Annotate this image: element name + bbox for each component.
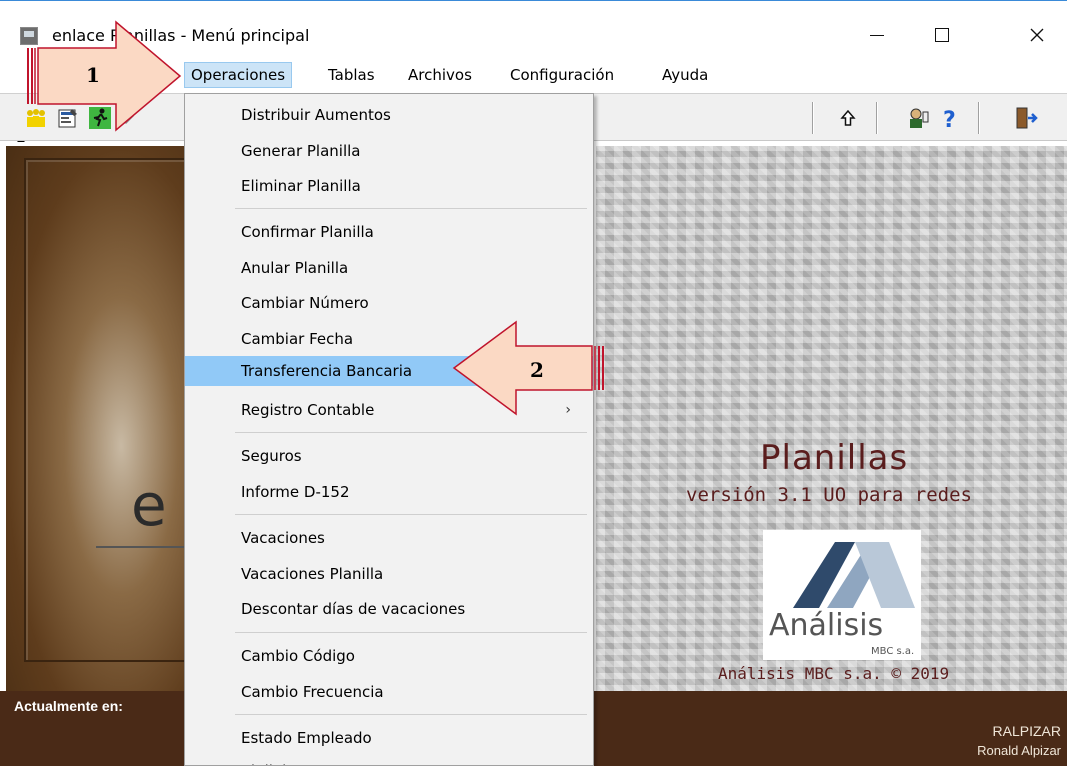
- menu-item-cambio-frecuencia[interactable]: Cambio Frecuencia: [185, 677, 593, 707]
- minimize-button[interactable]: [854, 17, 900, 53]
- menu-item-label: Registro Contable: [241, 401, 375, 419]
- menu-item-cut-off[interactable]: Vigilalcancc: [185, 756, 593, 765]
- menu-item-informe-d152[interactable]: Informe D-152: [185, 477, 593, 507]
- user-help-icon[interactable]: [906, 106, 930, 130]
- menu-item-estado-empleado[interactable]: Estado Empleado: [185, 723, 593, 753]
- menu-separator: [235, 208, 587, 209]
- exit-door-icon[interactable]: [1014, 106, 1038, 130]
- menu-tablas[interactable]: Tablas: [328, 62, 375, 88]
- menu-separator: [235, 714, 587, 715]
- menu-item-anular-planilla[interactable]: Anular Planilla: [185, 253, 593, 283]
- up-arrow-icon[interactable]: [836, 106, 860, 130]
- menu-ayuda[interactable]: Ayuda: [662, 62, 708, 88]
- menu-item-descontar-dias[interactable]: Descontar días de vacaciones: [185, 594, 593, 624]
- menu-item-eliminar-planilla[interactable]: Eliminar Planilla: [185, 171, 593, 201]
- menu-item-confirmar-planilla[interactable]: Confirmar Planilla: [185, 217, 593, 247]
- menu-item-seguros[interactable]: Seguros: [185, 441, 593, 471]
- splash-left-panel: e: [6, 146, 198, 691]
- menu-configuracion[interactable]: Configuración: [510, 62, 614, 88]
- menu-archivos[interactable]: Archivos: [408, 62, 472, 88]
- status-user-name: Ronald Alpizar: [977, 743, 1061, 758]
- product-title: Planillas: [760, 438, 909, 478]
- enlace-logo-underline: [96, 546, 196, 548]
- splash-right-panel: Planillas versión 3.1 UO para redes Anál…: [596, 146, 1067, 691]
- toolbar-separator: [876, 102, 878, 134]
- status-current-label: Actualmente en:: [14, 698, 123, 714]
- annotation-label-2: 2: [530, 358, 544, 382]
- menu-item-distribuir-aumentos[interactable]: Distribuir Aumentos: [185, 100, 593, 130]
- menu-item-cambiar-numero[interactable]: Cambiar Número: [185, 288, 593, 318]
- menu-separator: [235, 514, 587, 515]
- close-button[interactable]: [1014, 17, 1060, 53]
- analisis-mountain-icon: [793, 542, 915, 608]
- menu-item-generar-planilla[interactable]: Generar Planilla: [185, 136, 593, 166]
- menu-item-vacaciones[interactable]: Vacaciones: [185, 523, 593, 553]
- menu-separator: [235, 432, 587, 433]
- annotation-label-1: 1: [86, 63, 100, 87]
- maximize-button[interactable]: [919, 17, 965, 53]
- close-icon: [1030, 28, 1044, 42]
- svg-text:?: ?: [943, 108, 956, 130]
- enlace-logo-letter: e: [131, 471, 167, 539]
- question-icon[interactable]: ?: [938, 106, 962, 130]
- analisis-logo-sub: MBC s.a.: [871, 646, 915, 657]
- analisis-logo: Análisis MBC s.a.: [763, 530, 921, 660]
- menu-operaciones[interactable]: Operaciones: [184, 62, 293, 88]
- splash-frame: [24, 158, 196, 662]
- toolbar-separator: [812, 102, 814, 134]
- operaciones-dropdown: Distribuir Aumentos Generar Planilla Eli…: [184, 93, 594, 766]
- menu-item-cambio-codigo[interactable]: Cambio Código: [185, 641, 593, 671]
- copyright-text: Análisis MBC s.a. © 2019: [718, 664, 950, 683]
- annotation-arrow-1: [27, 20, 182, 132]
- toolbar-separator: [978, 102, 980, 134]
- minimize-icon: [870, 34, 884, 36]
- menu-separator: [235, 632, 587, 633]
- analisis-logo-name: Análisis: [769, 608, 884, 643]
- product-version: versión 3.1 UO para redes: [686, 484, 972, 506]
- menu-item-vacaciones-planilla[interactable]: Vacaciones Planilla: [185, 559, 593, 589]
- maximize-icon: [935, 28, 949, 42]
- status-user-code: RALPIZAR: [992, 723, 1061, 739]
